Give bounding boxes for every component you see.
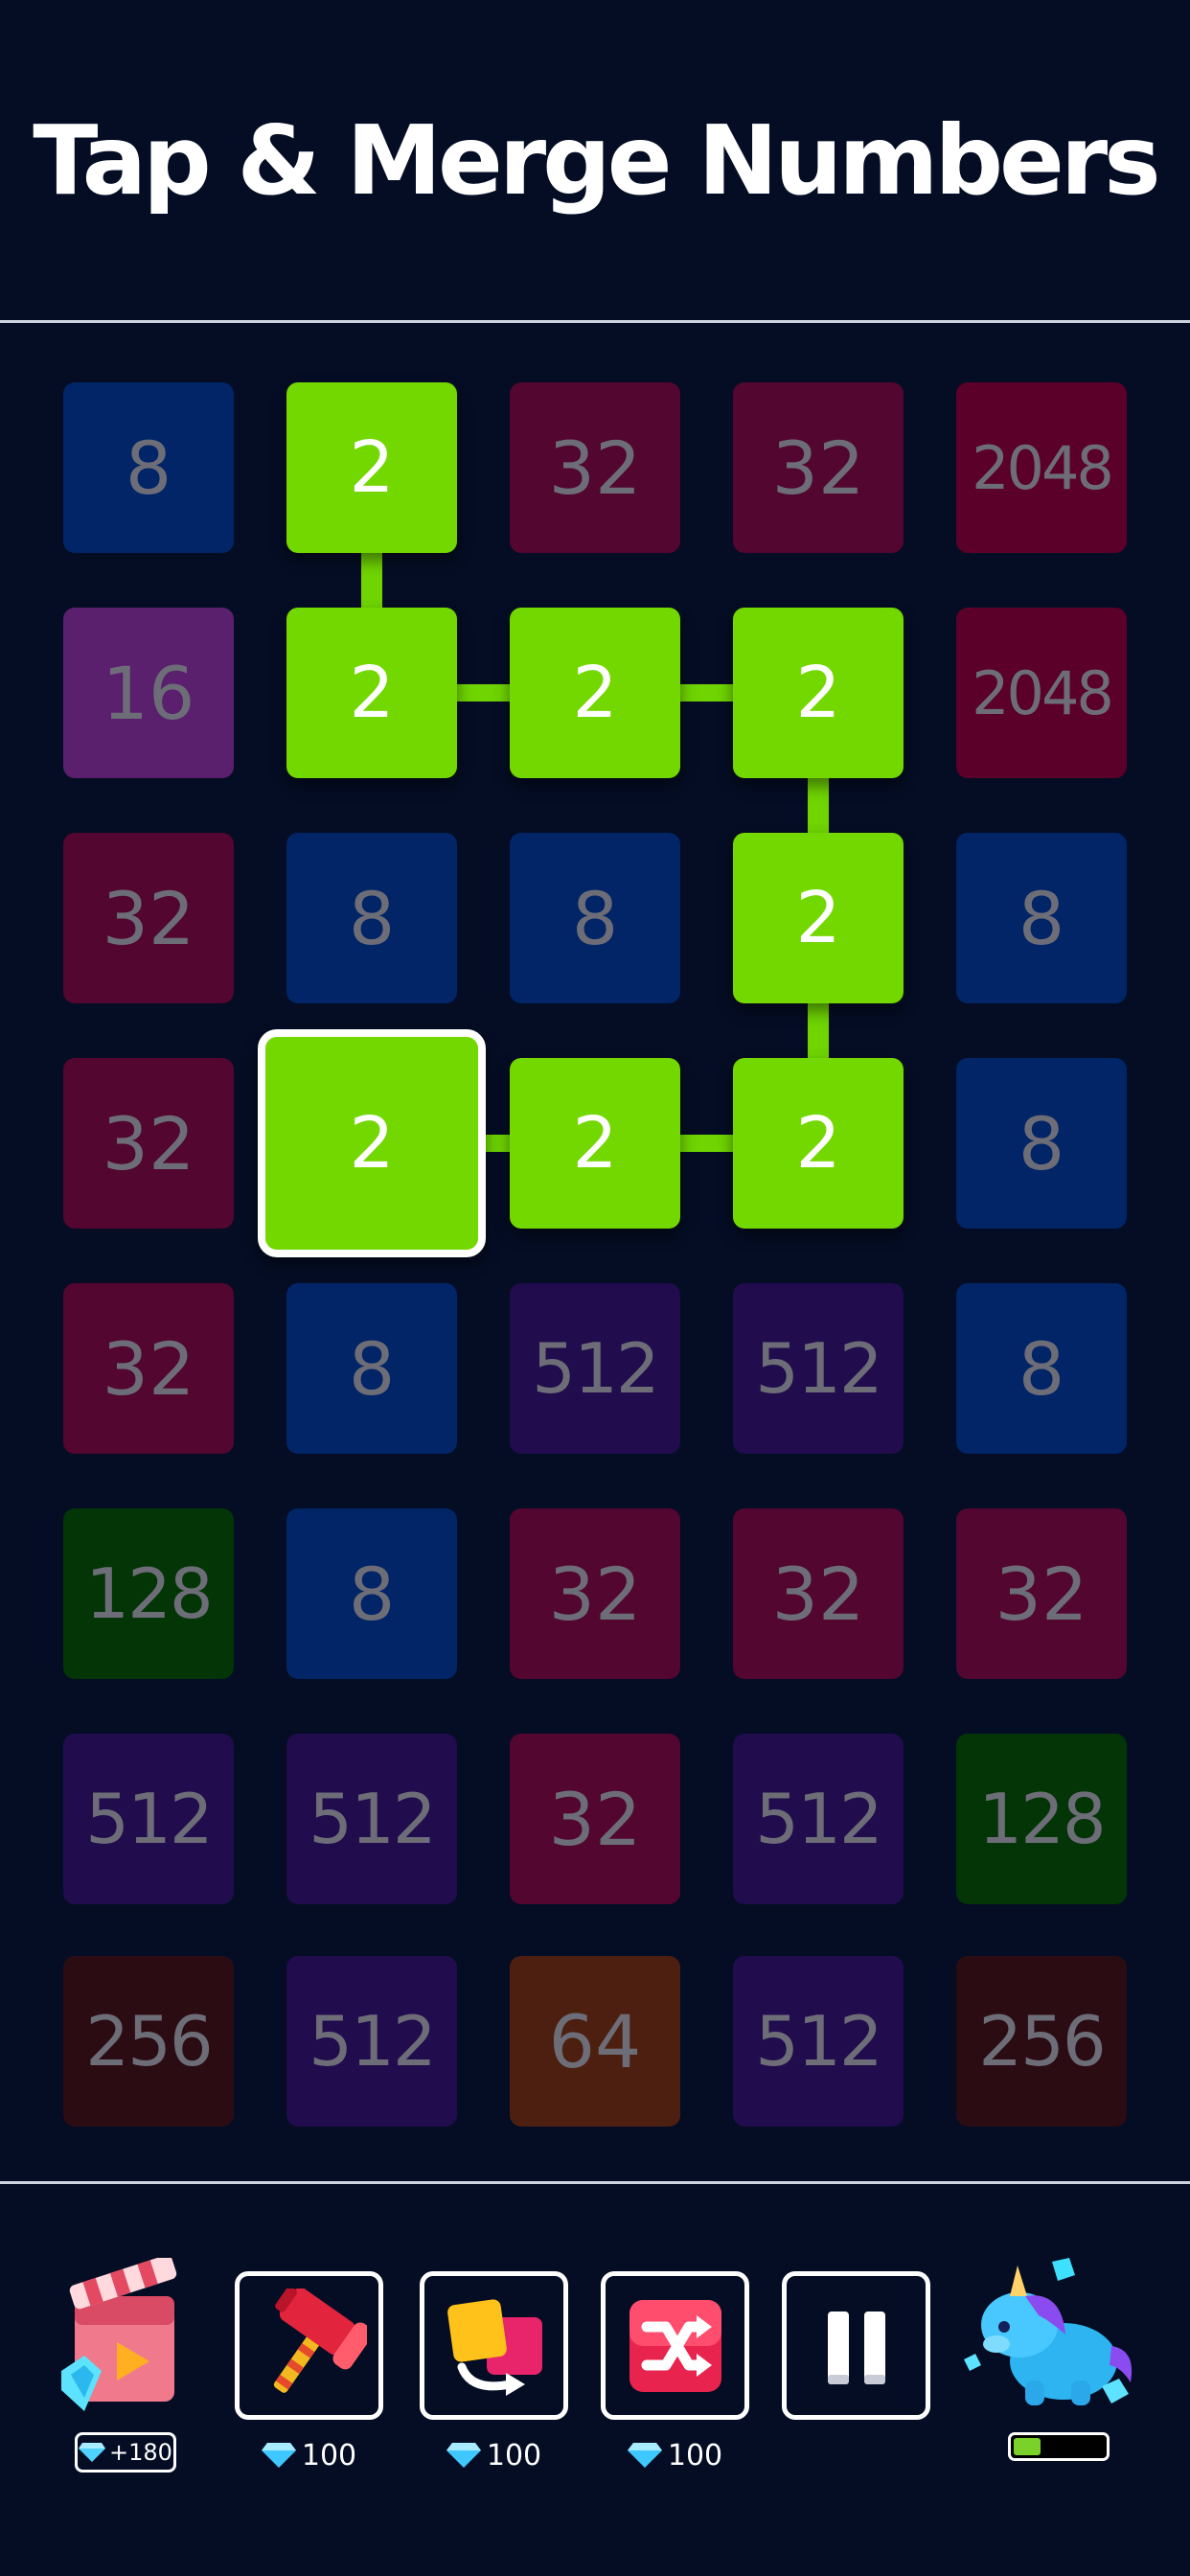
number-tile[interactable]: 8 (286, 1283, 457, 1454)
pause-button[interactable] (782, 2271, 930, 2420)
swap-button[interactable] (420, 2271, 568, 2420)
number-tile[interactable]: 2048 (956, 608, 1127, 778)
shuffle-button[interactable] (601, 2271, 749, 2420)
unicorn-icon (964, 2258, 1133, 2405)
number-tile[interactable]: 2048 (956, 382, 1127, 553)
number-tile[interactable]: 2 (733, 1058, 904, 1229)
hammer-icon (273, 2288, 367, 2393)
number-tile[interactable]: 2 (733, 608, 904, 778)
number-tile[interactable]: 8 (956, 1283, 1127, 1454)
game-board: 8 2 32 32 2048 16 2 2 2 2048 32 8 8 2 8 32 2 2 2 8 32 8 512 512… (0, 324, 1190, 2183)
number-tile[interactable]: 64 (510, 1956, 680, 2127)
number-tile[interactable]: 16 (63, 608, 234, 778)
number-tile[interactable]: 32 (63, 1283, 234, 1454)
bottom-divider (0, 2181, 1190, 2184)
hammer-cost-value: 100 (301, 2438, 357, 2472)
number-tile[interactable]: 512 (286, 1956, 457, 2127)
number-tile[interactable]: 32 (63, 833, 234, 1003)
video-reward-button[interactable] (57, 2255, 192, 2421)
number-tile[interactable]: 512 (733, 1283, 904, 1454)
number-tile[interactable]: 2 (286, 382, 457, 553)
number-tile[interactable]: 512 (733, 1734, 904, 1904)
mascot-progress-bar (1008, 2432, 1110, 2461)
number-tile[interactable]: 256 (956, 1956, 1127, 2127)
number-tile[interactable]: 512 (733, 1956, 904, 2127)
number-tile[interactable]: 8 (286, 1508, 457, 1679)
selected-tile[interactable]: 2 (258, 1029, 486, 1257)
number-tile[interactable]: 32 (510, 1734, 680, 1904)
number-tile[interactable]: 32 (510, 382, 680, 553)
gem-icon (627, 2443, 662, 2468)
number-tile[interactable]: 2 (510, 1058, 680, 1229)
number-tile[interactable]: 32 (510, 1508, 680, 1679)
number-tile[interactable]: 256 (63, 1956, 234, 2127)
hammer-cost: 100 (235, 2436, 383, 2474)
hammer-button[interactable] (235, 2271, 383, 2420)
number-tile[interactable]: 512 (510, 1283, 680, 1454)
mascot-progress-fill (1014, 2438, 1041, 2455)
number-tile[interactable]: 8 (286, 833, 457, 1003)
number-tile[interactable]: 32 (956, 1508, 1127, 1679)
number-tile[interactable]: 8 (510, 833, 680, 1003)
swap-cost: 100 (420, 2436, 568, 2474)
reward-amount: +180 (109, 2439, 172, 2466)
number-tile[interactable]: 32 (733, 382, 904, 553)
video-reward-icon (61, 2255, 177, 2411)
swap-icon (446, 2298, 542, 2396)
page-title: Tap & Merge Numbers (33, 104, 1160, 217)
shuffle-cost: 100 (601, 2436, 749, 2474)
number-tile[interactable]: 32 (733, 1508, 904, 1679)
number-tile[interactable]: 32 (63, 1058, 234, 1229)
number-tile[interactable]: 2 (733, 833, 904, 1003)
number-tile[interactable]: 8 (63, 382, 234, 553)
number-tile[interactable]: 512 (63, 1734, 234, 1904)
gem-icon (261, 2443, 296, 2468)
number-tile[interactable]: 2 (510, 608, 680, 778)
number-tile[interactable]: 512 (286, 1734, 457, 1904)
pause-icon (827, 2311, 885, 2384)
header: Tap & Merge Numbers (0, 0, 1190, 321)
shuffle-icon (629, 2299, 721, 2392)
reward-badge: +180 (75, 2432, 176, 2472)
shuffle-cost-value: 100 (667, 2438, 723, 2472)
number-tile[interactable]: 128 (956, 1734, 1127, 1904)
gem-icon (446, 2443, 481, 2468)
number-tile[interactable]: 128 (63, 1508, 234, 1679)
mascot-button[interactable] (958, 2254, 1140, 2417)
number-tile[interactable]: 2 (286, 608, 457, 778)
swap-cost-value: 100 (486, 2438, 542, 2472)
gem-icon (79, 2443, 106, 2462)
number-tile[interactable]: 8 (956, 833, 1127, 1003)
top-divider (0, 320, 1190, 323)
number-tile[interactable]: 8 (956, 1058, 1127, 1229)
